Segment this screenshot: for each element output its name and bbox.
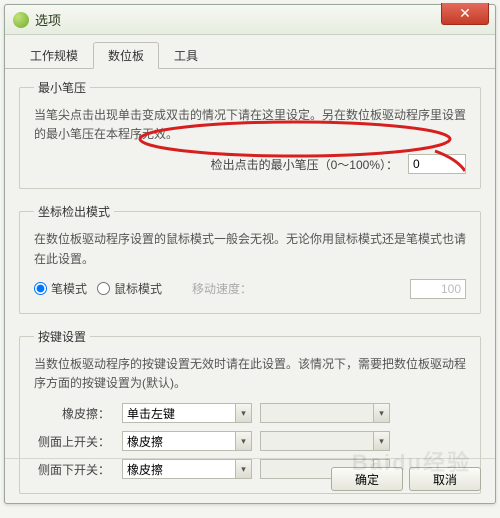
tab-tools[interactable]: 工具	[159, 42, 213, 69]
radio-mouse-mode[interactable]: 鼠标模式	[97, 280, 162, 297]
section-coord-mode: 坐标检出模式 在数位板驱动程序设置的鼠标模式一般会无视。无论你用鼠标模式还是笔模…	[19, 203, 481, 313]
options-dialog: 选项 ✕ 工作规模 数位板 工具 最小笔压 当笔尖点击出现单击变成双击的情况下请…	[4, 4, 496, 504]
speed-input	[410, 279, 466, 299]
min-pressure-label: 检出点击的最小笔压（0～100%）：	[211, 156, 398, 173]
speed-label: 移动速度：	[192, 280, 252, 297]
eraser-combo[interactable]: ▾	[122, 403, 252, 423]
radio-mouse-input[interactable]	[97, 282, 110, 295]
eraser-combo2-input	[260, 403, 390, 423]
dialog-body: 最小笔压 当笔尖点击出现单击变成双击的情况下请在这里设定。另在数位板驱动程序里设…	[5, 69, 495, 518]
footer: 确定 取消	[5, 458, 495, 499]
section-min-pressure-legend: 最小笔压	[34, 79, 90, 96]
chevron-down-icon[interactable]: ▾	[235, 404, 251, 422]
chevron-down-icon[interactable]: ▾	[235, 432, 251, 450]
side-up-combo-input[interactable]	[122, 431, 252, 451]
chevron-down-icon: ▾	[373, 432, 389, 450]
side-up-combo2: ▾	[260, 431, 390, 451]
tab-tablet[interactable]: 数位板	[93, 42, 159, 69]
titlebar: 选项	[5, 5, 495, 35]
side-up-combo2-input	[260, 431, 390, 451]
app-icon	[13, 12, 29, 28]
tab-bar: 工作规模 数位板 工具	[5, 35, 495, 69]
close-icon: ✕	[459, 5, 471, 22]
radio-pen-input[interactable]	[34, 282, 47, 295]
tab-work-scale[interactable]: 工作规模	[15, 42, 93, 69]
coord-desc: 在数位板驱动程序设置的鼠标模式一般会无视。无论你用鼠标模式还是笔模式也请在此设置…	[34, 230, 466, 268]
keys-desc: 当数位板驱动程序的按键设置无效时请在此设置。该情况下，需要把数位板驱动程序方面的…	[34, 355, 466, 393]
section-coord-legend: 坐标检出模式	[34, 203, 114, 220]
min-pressure-desc: 当笔尖点击出现单击变成双击的情况下请在这里设定。另在数位板驱动程序里设置的最小笔…	[34, 106, 466, 144]
min-pressure-row: 检出点击的最小笔压（0～100%）：	[34, 154, 466, 174]
ok-button[interactable]: 确定	[331, 467, 403, 491]
cancel-button[interactable]: 取消	[409, 467, 481, 491]
radio-pen-mode[interactable]: 笔模式	[34, 280, 87, 297]
radio-mouse-label: 鼠标模式	[114, 280, 162, 297]
radio-pen-label: 笔模式	[51, 280, 87, 297]
chevron-down-icon: ▾	[373, 404, 389, 422]
section-min-pressure: 最小笔压 当笔尖点击出现单击变成双击的情况下请在这里设定。另在数位板驱动程序里设…	[19, 79, 481, 189]
window-title: 选项	[35, 10, 487, 29]
close-button[interactable]: ✕	[441, 3, 489, 25]
side-up-label: 侧面上开关：	[34, 433, 114, 450]
eraser-combo-input[interactable]	[122, 403, 252, 423]
side-up-combo[interactable]: ▾	[122, 431, 252, 451]
min-pressure-input[interactable]	[408, 154, 466, 174]
eraser-label: 橡皮擦：	[34, 405, 114, 422]
eraser-combo2: ▾	[260, 403, 390, 423]
section-keys-legend: 按键设置	[34, 328, 90, 345]
coord-row: 笔模式 鼠标模式 移动速度：	[34, 279, 466, 299]
